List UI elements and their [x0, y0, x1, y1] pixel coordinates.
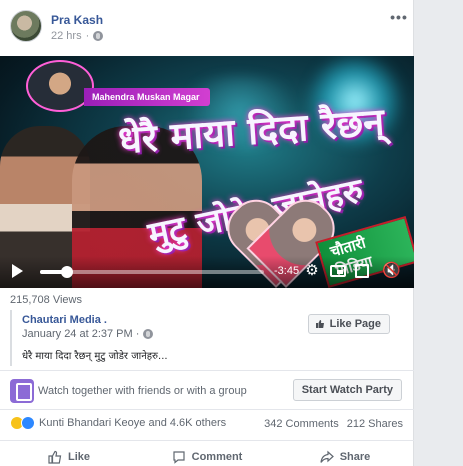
thumbs-up-icon	[315, 320, 324, 328]
comment-icon	[173, 450, 185, 464]
watch-party-text: Watch together with friends or with a gr…	[38, 385, 247, 397]
play-icon[interactable]	[12, 264, 23, 278]
share-count[interactable]: 212 Shares	[347, 418, 403, 430]
source-post-time-text[interactable]: January 24 at 2:37 PM ·	[22, 328, 139, 340]
video-player[interactable]: Mahendra Muskan Magar धेरै माया दिदा रैछ…	[0, 56, 414, 288]
video-controls: -3:45 ⚙ 🔇	[0, 256, 414, 288]
thumbs-up-icon	[48, 450, 62, 464]
source-post-time[interactable]: January 24 at 2:37 PM ·	[22, 328, 154, 340]
post-card: Pra Kash 22 hrs · ••• Mahendra Muskan Ma…	[0, 0, 414, 466]
channel-label: Mahendra Muskan Magar	[84, 88, 210, 106]
comment-count[interactable]: 342 Comments	[264, 418, 339, 430]
progress-bar[interactable]	[40, 266, 264, 278]
remaining-time: -3:45	[274, 265, 300, 277]
mute-icon[interactable]: 🔇	[382, 263, 401, 279]
like-reaction-icon	[21, 416, 35, 430]
fullscreen-icon[interactable]	[355, 264, 369, 278]
start-watch-party-button[interactable]: Start Watch Party	[292, 379, 402, 401]
gear-icon[interactable]: ⚙	[304, 263, 320, 279]
view-count: 215,708 Views	[10, 294, 82, 306]
shared-post-attribution: Chautari Media . January 24 at 2:37 PM ·…	[10, 310, 404, 366]
picture-in-picture-icon[interactable]	[330, 265, 346, 277]
globe-icon	[143, 329, 154, 339]
source-page-name[interactable]: Chautari Media .	[22, 314, 107, 326]
like-button[interactable]: Like	[0, 441, 138, 466]
reaction-text[interactable]: Kunti Bhandari Keoye and 4.6K others	[39, 417, 226, 429]
share-label: Share	[339, 450, 371, 463]
watch-party-bar: Watch together with friends or with a gr…	[0, 370, 414, 410]
like-page-button[interactable]: Like Page	[307, 314, 390, 334]
action-bar: Like Comment Share	[0, 440, 414, 466]
reaction-summary[interactable]: Kunti Bhandari Keoye and 4.6K others	[10, 416, 226, 430]
comment-button[interactable]: Comment	[138, 441, 276, 466]
post-time-text[interactable]: 22 hrs	[51, 30, 82, 42]
progress-scrubber[interactable]	[60, 266, 73, 278]
author-avatar[interactable]	[10, 10, 42, 42]
share-button[interactable]: Share	[276, 441, 414, 466]
post-caption: धेरै माया दिदा रैछन् मुटु जोडेर जानेहरु.…	[22, 351, 168, 362]
like-label: Like	[67, 450, 90, 463]
author-name[interactable]: Pra Kash	[51, 13, 103, 27]
engagement-counts: 342 Comments 212 Shares	[264, 418, 403, 430]
globe-icon	[93, 31, 104, 41]
post-header: Pra Kash 22 hrs · •••	[10, 10, 408, 46]
watch-party-icon	[10, 379, 34, 403]
post-time[interactable]: 22 hrs ·	[51, 30, 104, 42]
like-page-label: Like Page	[329, 318, 381, 330]
share-icon	[320, 450, 334, 463]
comment-label: Comment	[191, 450, 243, 463]
more-options-button[interactable]: •••	[390, 10, 408, 26]
